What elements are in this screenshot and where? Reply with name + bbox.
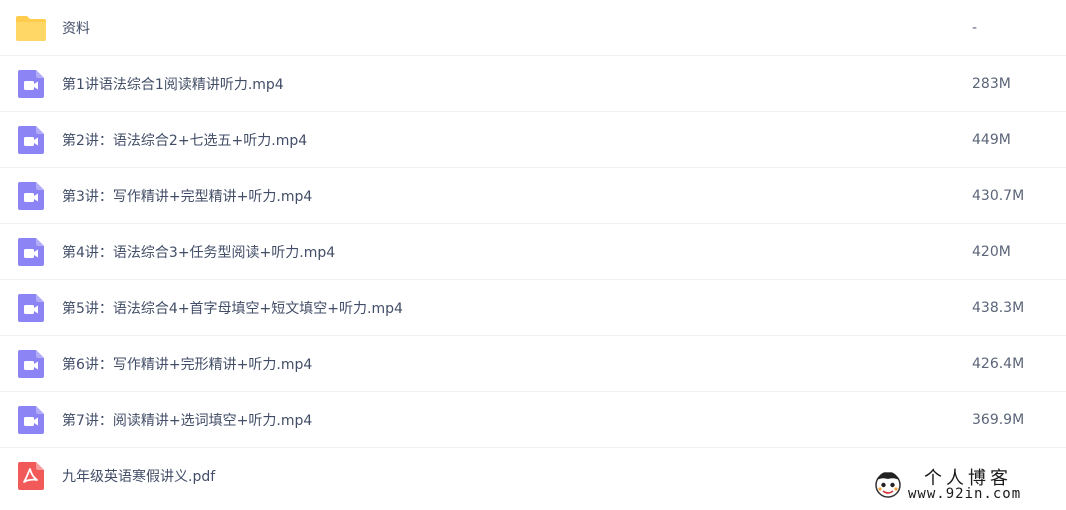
file-size: 369.9M [972, 411, 1025, 428]
video-file-icon [15, 404, 47, 436]
video-file-icon [15, 68, 47, 100]
file-size: 438.3M [972, 299, 1025, 316]
file-row-video[interactable]: 第7讲：阅读精讲+选词填空+听力.mp4 369.9M [0, 392, 1066, 448]
video-file-icon [15, 348, 47, 380]
watermark-url: www.92in.com [908, 486, 1022, 502]
file-size: 430.7M [972, 187, 1025, 204]
file-row-video[interactable]: 第1讲语法综合1阅读精讲听力.mp4 283M [0, 56, 1066, 112]
file-name[interactable]: 资料 [62, 18, 90, 38]
video-file-icon [15, 124, 47, 156]
pdf-file-icon [15, 460, 47, 492]
file-size: 283M [972, 75, 1011, 92]
video-file-icon [15, 180, 47, 212]
file-name[interactable]: 第6讲：写作精讲+完形精讲+听力.mp4 [62, 354, 312, 374]
file-row-video[interactable]: 第5讲：语法综合4+首字母填空+短文填空+听力.mp4 438.3M [0, 280, 1066, 336]
file-name[interactable]: 第3讲：写作精讲+完型精讲+听力.mp4 [62, 186, 312, 206]
mascot-logo-icon [872, 468, 904, 500]
video-file-icon [15, 292, 47, 324]
file-row-video[interactable]: 第6讲：写作精讲+完形精讲+听力.mp4 426.4M [0, 336, 1066, 392]
file-size: 426.4M [972, 355, 1025, 372]
file-name[interactable]: 第2讲：语法综合2+七选五+听力.mp4 [62, 130, 307, 150]
file-name[interactable]: 第5讲：语法综合4+首字母填空+短文填空+听力.mp4 [62, 298, 403, 318]
file-row-folder[interactable]: 资料 - [0, 0, 1066, 56]
file-name[interactable]: 九年级英语寒假讲义.pdf [62, 466, 215, 486]
folder-icon [15, 12, 47, 44]
file-size: - [972, 19, 978, 36]
blog-watermark: 个人博客 www.92in.com [872, 466, 1048, 506]
file-row-video[interactable]: 第4讲：语法综合3+任务型阅读+听力.mp4 420M [0, 224, 1066, 280]
file-list: 资料 - 第1讲语法综合1阅读精讲听力.mp4 283M 第2讲：语法综合2+七… [0, 0, 1066, 504]
file-name[interactable]: 第4讲：语法综合3+任务型阅读+听力.mp4 [62, 242, 335, 262]
file-name[interactable]: 第7讲：阅读精讲+选词填空+听力.mp4 [62, 410, 312, 430]
file-row-video[interactable]: 第3讲：写作精讲+完型精讲+听力.mp4 430.7M [0, 168, 1066, 224]
file-name[interactable]: 第1讲语法综合1阅读精讲听力.mp4 [62, 74, 284, 94]
file-row-video[interactable]: 第2讲：语法综合2+七选五+听力.mp4 449M [0, 112, 1066, 168]
video-file-icon [15, 236, 47, 268]
file-size: 449M [972, 131, 1011, 148]
file-size: 420M [972, 243, 1011, 260]
